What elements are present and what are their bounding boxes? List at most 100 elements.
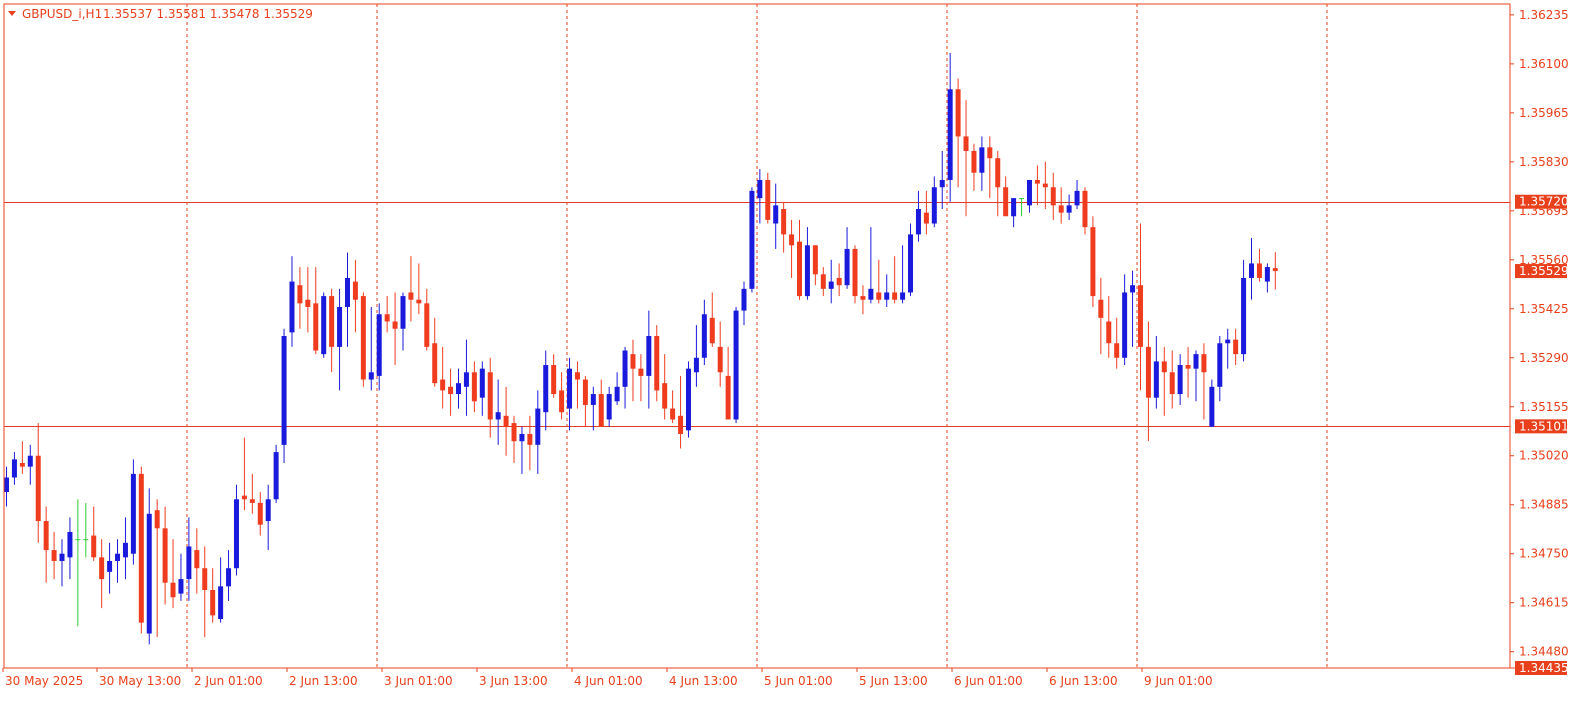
candle bbox=[1249, 238, 1255, 300]
candle-body bbox=[1177, 365, 1183, 395]
candle-body bbox=[495, 412, 501, 420]
candle-body bbox=[1217, 343, 1223, 387]
candle-body bbox=[194, 550, 200, 569]
candle-body bbox=[527, 433, 533, 445]
candle bbox=[598, 379, 604, 427]
candle bbox=[551, 354, 557, 398]
candle bbox=[27, 444, 33, 485]
time-tick-label: 6 Jun 01:00 bbox=[954, 674, 1023, 688]
current-price-tag-label: 1.35529 bbox=[1519, 264, 1569, 278]
candle bbox=[35, 423, 41, 543]
candle bbox=[384, 296, 390, 333]
candle bbox=[797, 219, 802, 300]
candle-body bbox=[804, 245, 810, 297]
candle-body bbox=[43, 521, 49, 551]
candle-body bbox=[820, 274, 826, 289]
candle bbox=[1137, 223, 1143, 391]
candle-body bbox=[1011, 198, 1017, 217]
candle bbox=[162, 506, 168, 605]
candle-body bbox=[186, 546, 192, 580]
candle bbox=[1241, 259, 1247, 362]
candle-body bbox=[1130, 285, 1136, 293]
candle bbox=[392, 292, 398, 366]
candle bbox=[781, 201, 787, 253]
candle bbox=[1177, 354, 1183, 405]
candle bbox=[130, 459, 136, 565]
candle bbox=[67, 517, 73, 580]
price-axis[interactable]: 1.362351.361001.359651.358301.356951.355… bbox=[1510, 8, 1569, 659]
candle-body bbox=[1201, 354, 1207, 373]
candle bbox=[582, 375, 588, 427]
candle-body bbox=[685, 368, 691, 431]
time-tick-label: 5 Jun 01:00 bbox=[764, 674, 833, 688]
time-tick-label: 3 Jun 01:00 bbox=[384, 674, 453, 688]
candle bbox=[416, 263, 422, 315]
candle bbox=[233, 484, 239, 576]
price-tick-label: 1.35830 bbox=[1519, 155, 1569, 169]
candle-body bbox=[749, 190, 755, 289]
candle bbox=[614, 372, 620, 405]
candle bbox=[844, 227, 850, 289]
candle-body bbox=[963, 136, 969, 151]
candle-body bbox=[733, 310, 739, 420]
candle bbox=[1256, 248, 1262, 282]
price-tick-label: 1.34750 bbox=[1519, 547, 1569, 561]
candle bbox=[749, 187, 755, 293]
candle bbox=[115, 539, 121, 583]
candle bbox=[352, 259, 358, 333]
candle-body bbox=[947, 89, 953, 180]
candle-body bbox=[4, 477, 9, 493]
time-axis[interactable]: 30 May 2025 30 May 13:00 2 Jun 01:00 2 Jun … bbox=[2, 667, 1566, 688]
candle-body bbox=[281, 336, 287, 445]
candle-body bbox=[551, 365, 557, 395]
candle bbox=[1209, 379, 1215, 427]
candle bbox=[685, 361, 691, 438]
candle bbox=[773, 183, 779, 249]
candle-body bbox=[202, 568, 208, 590]
candle-body bbox=[598, 394, 604, 427]
candle-body bbox=[11, 459, 17, 478]
price-tick-label: 1.34885 bbox=[1519, 498, 1569, 512]
candle-body bbox=[868, 288, 874, 300]
candle-body bbox=[1225, 339, 1231, 344]
candle bbox=[535, 390, 541, 474]
time-tick-label: 30 May 13:00 bbox=[99, 674, 181, 688]
candle bbox=[947, 52, 953, 202]
candle-body bbox=[955, 89, 961, 137]
candle bbox=[99, 539, 105, 609]
candle-body bbox=[559, 390, 565, 413]
candle-body bbox=[1003, 187, 1009, 217]
candle-body bbox=[1019, 198, 1025, 200]
candle bbox=[305, 267, 311, 333]
candle bbox=[344, 252, 350, 347]
price-chart[interactable]: 1.362351.361001.359651.358301.356951.355… bbox=[0, 0, 1586, 703]
candle-body bbox=[162, 528, 168, 583]
candle bbox=[693, 325, 699, 387]
candle-body bbox=[392, 321, 398, 329]
candle-body bbox=[741, 288, 747, 311]
candle-body bbox=[844, 248, 850, 286]
candle bbox=[1264, 263, 1270, 293]
candle bbox=[249, 473, 255, 514]
candle-body bbox=[773, 205, 779, 224]
candle-body bbox=[590, 394, 596, 405]
candle-body bbox=[218, 586, 224, 620]
candle-body bbox=[360, 296, 366, 380]
candle-body bbox=[233, 499, 239, 569]
time-tick-label: 5 Jun 13:00 bbox=[859, 674, 928, 688]
candle-body bbox=[265, 499, 271, 522]
candle-body bbox=[828, 281, 834, 289]
candle-body bbox=[321, 296, 327, 355]
candle-body bbox=[424, 303, 430, 347]
candle bbox=[154, 499, 160, 638]
candle bbox=[360, 292, 366, 387]
candle-body bbox=[329, 296, 335, 347]
candle-body bbox=[170, 582, 176, 598]
candle bbox=[963, 100, 969, 217]
candle-body bbox=[614, 386, 620, 402]
candle bbox=[479, 361, 485, 416]
dropdown-triangle-icon[interactable] bbox=[8, 11, 16, 16]
candle-body bbox=[471, 372, 477, 402]
candle-body bbox=[313, 303, 319, 351]
candle bbox=[725, 346, 731, 420]
